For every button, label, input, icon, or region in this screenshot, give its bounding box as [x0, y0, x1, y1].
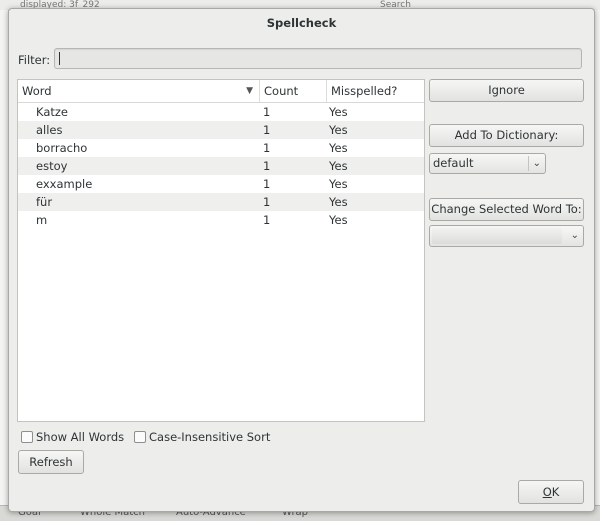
filter-label: Filter:	[18, 53, 51, 67]
cell-word: m	[36, 213, 48, 227]
chevron-down-icon: ⌄	[532, 158, 541, 169]
cell-count: 1	[263, 141, 271, 155]
cell-word: estoy	[36, 159, 68, 173]
sort-descending-icon: ▼	[246, 86, 253, 96]
cell-misspelled: Yes	[329, 123, 348, 137]
table-header: Word ▼ Count Misspelled?	[18, 80, 424, 103]
cell-misspelled: Yes	[329, 195, 348, 209]
column-header-label: Count	[264, 84, 299, 98]
table-row[interactable]: exxample 1 Yes	[18, 175, 424, 193]
column-header-count[interactable]: Count	[260, 80, 327, 102]
cell-count: 1	[263, 177, 271, 191]
cell-word: für	[36, 195, 53, 209]
add-to-dictionary-button[interactable]: Add To Dictionary:	[429, 124, 584, 147]
case-insensitive-sort-label: Case-Insensitive Sort	[149, 430, 271, 444]
cell-word: Katze	[36, 105, 69, 119]
cell-word: alles	[36, 123, 63, 137]
column-header-label: Misspelled?	[331, 84, 398, 98]
spellcheck-dialog: Spellcheck Filter: Word ▼ Count Misspell…	[8, 8, 595, 512]
cell-count: 1	[263, 123, 271, 137]
refresh-button[interactable]: Refresh	[18, 450, 84, 474]
ok-label-rest: K	[551, 485, 560, 499]
column-header-word[interactable]: Word ▼	[18, 80, 260, 102]
checkbox-box[interactable]	[134, 431, 146, 443]
chevron-down-icon: ⌄	[570, 230, 579, 241]
cell-count: 1	[263, 195, 271, 209]
dictionary-select[interactable]: default ⌄	[429, 153, 546, 174]
cell-count: 1	[263, 213, 271, 227]
table-row[interactable]: borracho 1 Yes	[18, 139, 424, 157]
cell-word: borracho	[36, 141, 88, 155]
cell-misspelled: Yes	[329, 159, 348, 173]
background-editor-left	[0, 10, 8, 515]
replacement-word-value	[432, 228, 562, 244]
cell-count: 1	[263, 105, 271, 119]
table-row[interactable]: estoy 1 Yes	[18, 157, 424, 175]
cell-misspelled: Yes	[329, 141, 348, 155]
ok-mnemonic: O	[542, 485, 552, 499]
column-header-misspelled[interactable]: Misspelled?	[327, 80, 424, 102]
table-row[interactable]: alles 1 Yes	[18, 121, 424, 139]
table-row[interactable]: für 1 Yes	[18, 193, 424, 211]
word-table[interactable]: Word ▼ Count Misspelled? Katze 1 Yes all…	[17, 79, 425, 422]
dictionary-select-value: default	[433, 156, 474, 170]
filter-input[interactable]	[54, 48, 582, 69]
checkbox-box[interactable]	[21, 431, 33, 443]
ok-button[interactable]: OK	[518, 480, 584, 504]
cell-count: 1	[263, 159, 271, 173]
replacement-word-select[interactable]: ⌄	[429, 225, 584, 247]
dialog-title: Spellcheck	[266, 16, 337, 30]
cell-misspelled: Yes	[329, 213, 348, 227]
ignore-button[interactable]: Ignore	[429, 79, 584, 102]
show-all-words-label: Show All Words	[36, 430, 125, 444]
column-header-label: Word	[22, 84, 52, 98]
change-selected-word-button[interactable]: Change Selected Word To:	[429, 198, 584, 221]
combo-separator	[528, 156, 529, 171]
cell-word: exxample	[36, 177, 93, 191]
table-row[interactable]: Katze 1 Yes	[18, 103, 424, 121]
cell-misspelled: Yes	[329, 105, 348, 119]
table-row[interactable]: m 1 Yes	[18, 211, 424, 229]
cell-misspelled: Yes	[329, 177, 348, 191]
